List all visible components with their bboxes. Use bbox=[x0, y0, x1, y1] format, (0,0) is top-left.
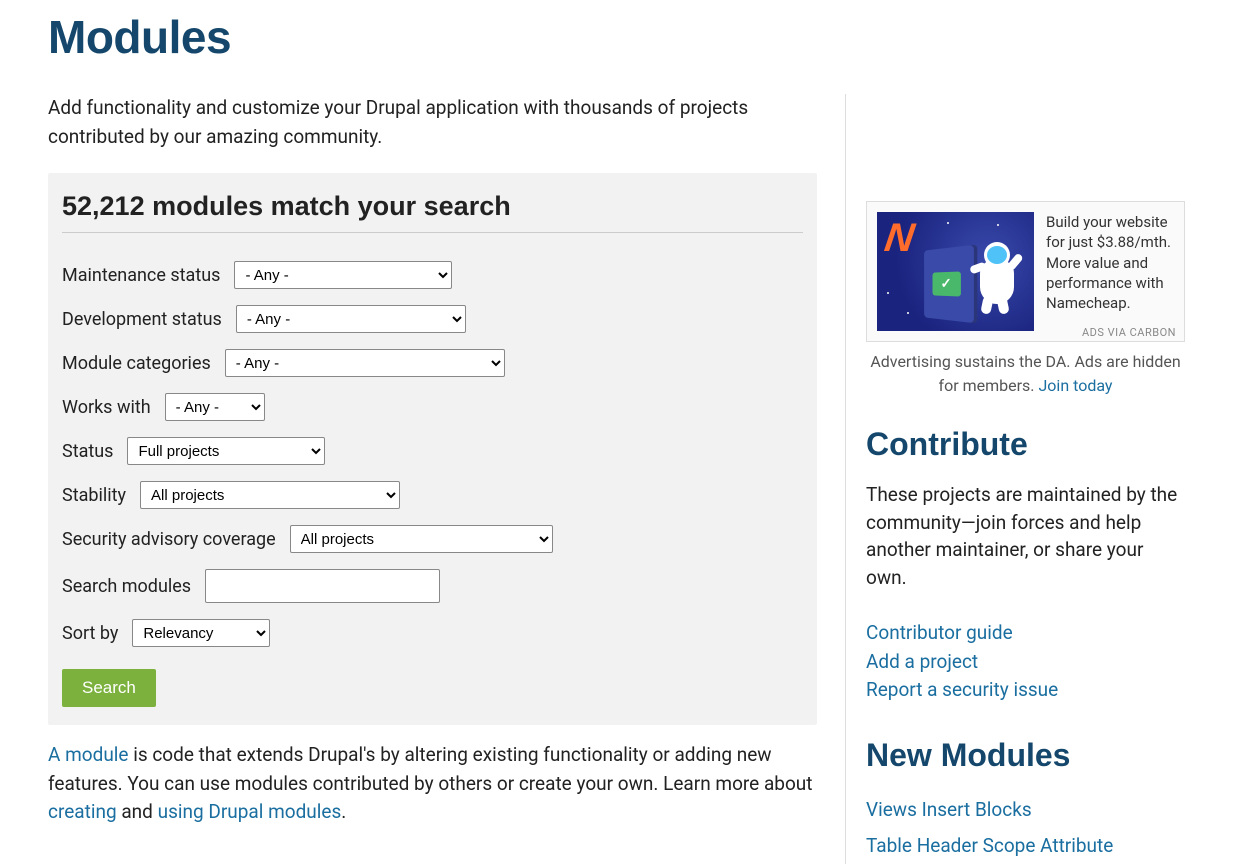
sort-by-label: Sort by bbox=[62, 623, 118, 644]
security-coverage-label: Security advisory coverage bbox=[62, 529, 276, 550]
ad-badge[interactable]: ADS VIA CARBON bbox=[1074, 324, 1184, 341]
search-modules-input[interactable] bbox=[205, 569, 440, 603]
stability-label: Stability bbox=[62, 485, 126, 506]
new-module-link[interactable]: Table Header Scope Attribute bbox=[866, 828, 1185, 864]
report-security-link[interactable]: Report a security issue bbox=[866, 676, 1185, 705]
maintenance-status-label: Maintenance status bbox=[62, 265, 220, 286]
new-modules-list: Views Insert Blocks Table Header Scope A… bbox=[866, 792, 1185, 864]
development-status-label: Development status bbox=[62, 309, 222, 330]
a-module-link[interactable]: A module bbox=[48, 743, 129, 766]
ad-caption: Advertising sustains the DA. Ads are hid… bbox=[866, 350, 1185, 398]
contribute-heading: Contribute bbox=[866, 426, 1185, 463]
module-description: A module is code that extends Drupal's b… bbox=[48, 741, 817, 827]
stability-select[interactable]: All projects bbox=[140, 481, 400, 509]
contributor-guide-link[interactable]: Contributor guide bbox=[866, 619, 1185, 648]
search-button[interactable]: Search bbox=[62, 669, 156, 707]
new-module-link[interactable]: Views Insert Blocks bbox=[866, 792, 1185, 828]
intro-text: Add functionality and customize your Dru… bbox=[48, 94, 817, 151]
development-status-select[interactable]: - Any - bbox=[236, 305, 466, 333]
add-project-link[interactable]: Add a project bbox=[866, 648, 1185, 677]
status-label: Status bbox=[62, 441, 113, 462]
works-with-select[interactable]: - Any - bbox=[165, 393, 265, 421]
page-title: Modules bbox=[48, 10, 1185, 64]
sort-by-select[interactable]: Relevancy bbox=[132, 619, 270, 647]
creating-link[interactable]: creating bbox=[48, 800, 117, 823]
module-categories-select[interactable]: - Any - bbox=[225, 349, 505, 377]
ad-text: Build your website for just $3.88/mth. M… bbox=[1046, 212, 1174, 331]
namecheap-logo-icon: N bbox=[882, 216, 917, 261]
search-results-heading: 52,212 modules match your search bbox=[62, 191, 803, 233]
ad-image: N bbox=[877, 212, 1034, 331]
main-column: Add functionality and customize your Dru… bbox=[48, 94, 817, 864]
sidebar: N Build your website for just $3.88/mth.… bbox=[845, 94, 1185, 864]
contribute-text: These projects are maintained by the com… bbox=[866, 481, 1185, 591]
module-categories-label: Module categories bbox=[62, 353, 211, 374]
astronaut-icon bbox=[968, 240, 1028, 316]
contribute-links: Contributor guide Add a project Report a… bbox=[866, 619, 1185, 705]
using-modules-link[interactable]: using Drupal modules bbox=[158, 800, 342, 823]
search-modules-label: Search modules bbox=[62, 576, 191, 597]
status-select[interactable]: Full projects bbox=[127, 437, 325, 465]
ad-card[interactable]: N Build your website for just $3.88/mth.… bbox=[866, 201, 1185, 342]
new-modules-heading: New Modules bbox=[866, 737, 1185, 774]
works-with-label: Works with bbox=[62, 397, 151, 418]
security-coverage-select[interactable]: All projects bbox=[290, 525, 553, 553]
server-icon bbox=[924, 245, 974, 323]
search-panel: 52,212 modules match your search Mainten… bbox=[48, 173, 817, 725]
join-today-link[interactable]: Join today bbox=[1038, 376, 1112, 395]
maintenance-status-select[interactable]: - Any - bbox=[234, 261, 452, 289]
